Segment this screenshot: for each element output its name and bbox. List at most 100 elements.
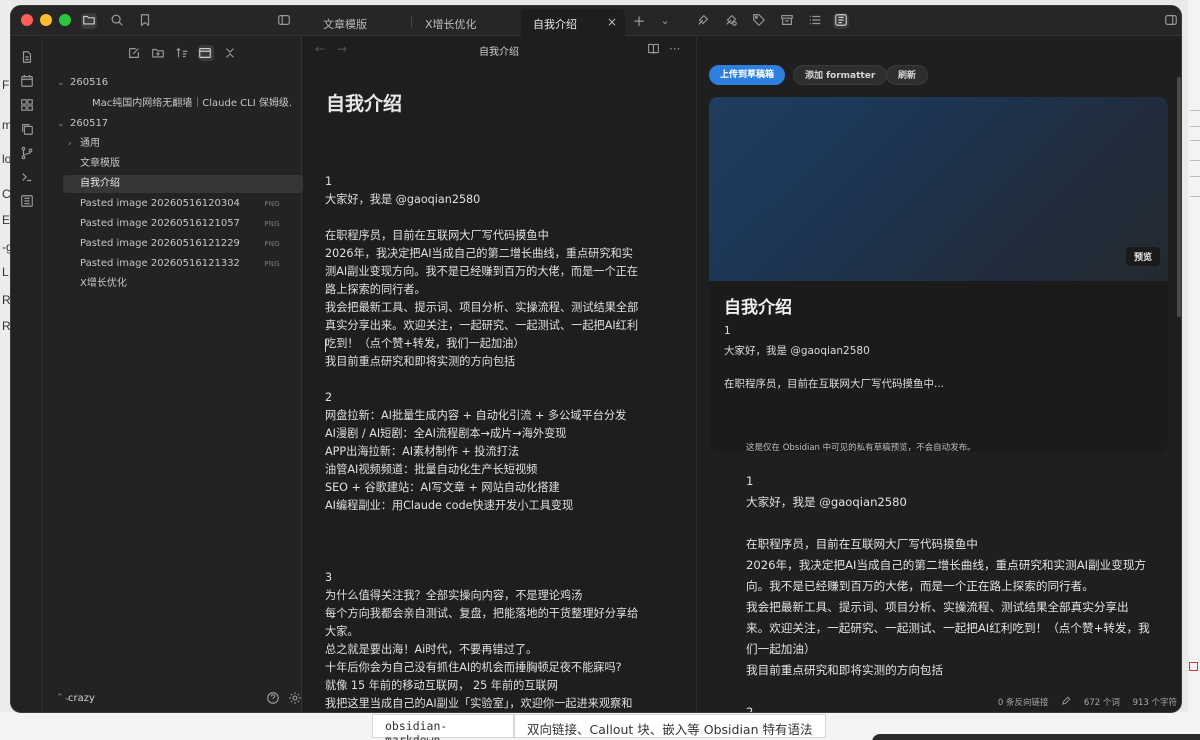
plugin-icon-2[interactable] [723,13,739,29]
editor-line: 2 [325,391,333,404]
preview-privacy-note: 这是仅在 Obsidian 中可见的私有草稿预览，不会自动发布。 [746,443,976,453]
file-type-badge: PNG [264,260,280,268]
edit-mode-pencil-icon[interactable] [1061,696,1071,706]
file-type-badge: PNG [264,200,280,208]
collapse-all-icon[interactable] [223,45,239,61]
tree-image-2[interactable]: Pasted image 20260516121057 PNG [80,215,290,233]
refresh-button[interactable]: 刷新 [886,65,929,85]
bookmark-icon[interactable] [137,13,153,29]
preview-cover-image [709,97,1168,281]
preview-line: 来。欢迎关注，一起研究、一起测试、一起把AI红利吃到！（点个赞+转发，我 [746,621,1150,635]
more-options-icon[interactable]: ··· [669,42,683,56]
editor-line: SEO + 谷歌建站：AI写文章 + 网站自动化搭建 [325,481,560,494]
editor-line: 网盘拉新：AI批量生成内容 + 自动化引流 + 多公域平台分发 [325,409,627,422]
grid-icon[interactable] [20,97,34,111]
search-icon[interactable] [109,13,125,29]
draft-preview-pane: 上传到草稿箱 添加 formatter 刷新 预览 自我介绍 1 大家好，我是 … [696,37,1181,713]
terminal-icon[interactable] [20,169,34,183]
editor-line: APP出海拉新：AI素材制作 + 投流打法 [325,445,520,458]
git-branch-icon[interactable] [20,145,34,160]
copy-icon[interactable] [20,121,34,135]
tab-x-growth[interactable]: X增长优化 [413,9,519,36]
file-icon[interactable] [20,49,34,63]
new-tab-icon[interactable]: + [631,13,647,29]
toggle-sidebar-icon[interactable] [276,13,292,29]
archive-icon[interactable] [779,13,795,29]
calendar-icon[interactable] [20,73,34,87]
editor-line: 3 [325,571,333,584]
tree-folder-260516[interactable]: 260516 [70,74,290,92]
editor-line: 我会把最新工具、提示词、项目分析、实操流程、测试结果全部 [325,301,639,314]
editor-line: 就像 15 年前的移动互联网， 25 年前的互联网 [325,679,558,692]
upload-draft-button[interactable]: 上传到草稿箱 [709,65,786,85]
tree-file-x-growth[interactable]: X增长优化 [80,275,290,293]
close-tab-icon[interactable]: × [607,15,617,29]
toggle-right-sidebar-icon[interactable] [1163,13,1179,29]
preview-line: 我会把最新工具、提示词、项目分析、实操流程、测试结果全部真实分享出 [746,600,1129,614]
editor-line: 我目前重点研究和即将实测的方向包括 [325,355,516,368]
editor-line: 真实分享出来。欢迎关注，一起研究、一起测试、一起把AI红利 [325,319,639,332]
editor-line: 吃到！（点个赞+转发，我们一起加油） [325,337,525,350]
folder-icon[interactable] [81,13,97,29]
preview-line: 2 [746,705,754,713]
tree-folder-general[interactable]: 通用 [80,135,290,153]
sort-icon[interactable] [175,45,191,61]
settings-gear-icon[interactable] [288,690,302,704]
obsidian-window: 文章模版 X增长优化 自我介绍 × + ⌄ ⌄ 260516 Mac纯国内网络无… [10,5,1182,713]
preview-card-line: 大家好，我是 @gaoqian2580 [724,345,870,357]
file-explorer-toolbar [44,43,302,63]
note-header-title[interactable]: 自我介绍 [303,43,695,58]
tree-file-mac-claude[interactable]: Mac纯国内网络无翻墙｜Claude CLI 保姆级... [92,95,292,113]
list-icon[interactable] [807,13,823,29]
preview-scrollbar[interactable] [1177,77,1181,317]
tab-list-chevron-icon[interactable]: ⌄ [657,13,673,29]
file-type-badge: PNG [264,240,280,248]
tree-image-4[interactable]: Pasted image 20260516121332 PNG [80,255,290,273]
tree-file-article-template[interactable]: 文章模版 [80,155,290,173]
tree-file-self-intro[interactable]: 自我介绍 [63,175,303,193]
editor-line: 每个方向我都会亲自测试、复盘，把能落地的干货整理好分享给 [325,607,639,620]
folder-expanded-chevron-icon: ⌄ [57,78,65,88]
preview-line: 2026年，我决定把AI当成自己的第二增长曲线，重点研究和实测AI副业变现方 [746,558,1147,572]
tab-article-template[interactable]: 文章模版 [311,9,411,36]
bg-close-icon [1189,662,1198,671]
character-count: 913 个字符 [1132,698,1177,708]
tag-icon[interactable] [751,13,767,29]
zoom-window-button[interactable] [59,14,71,26]
close-window-button[interactable] [21,14,33,26]
backlinks-count[interactable]: 0 条反向链接 [998,698,1049,708]
tree-image-1[interactable]: Pasted image 20260516120304 PNG [80,195,290,213]
editor-line: 路上探索的同行者。 [325,283,426,296]
preview-card-title: 自我介绍 [724,298,792,318]
markdown-editor[interactable]: ← → 自我介绍 ··· 自我介绍 1 大家好，我是 @gaoqian2580 在职… [303,37,695,712]
title-bar: 文章模版 X增长优化 自我介绍 × + ⌄ [11,6,1181,36]
bg-code-tag: obsidian-markdown [372,714,514,740]
template-icon[interactable] [20,193,34,207]
vault-name[interactable]: crazy [68,693,95,704]
add-formatter-button[interactable]: 添加 formatter [793,65,888,85]
editor-line: 2026年，我决定把AI当成自己的第二增长曲线，重点研究和实 [325,247,633,260]
editor-line: 1 [325,175,333,188]
editor-line: AI编程副业：用Claude code快速开发小工具变现 [325,499,574,512]
tree-image-3[interactable]: Pasted image 20260516121229 PNG [80,235,290,253]
editor-line: 总之就是要出海！Ai时代，不要再错过了。 [325,643,538,656]
minimize-window-button[interactable] [40,14,52,26]
plugin-icon-1[interactable] [695,13,711,29]
bg-fragment: L [2,265,9,279]
editor-line: 为什么值得关注我？全部实操向内容，不是理论鸡汤 [325,589,583,602]
help-icon[interactable] [266,690,280,704]
editor-line: 我把这里当成自己的AI副业「实验室」，欢迎你一起进来观察和 [325,697,633,710]
folder-expanded-chevron-icon: ⌄ [57,119,65,129]
tree-folder-260517[interactable]: 260517 [70,115,290,133]
reading-view-book-icon[interactable] [647,42,661,56]
background-app-right [1188,0,1200,740]
left-ribbon [11,37,43,712]
new-folder-icon[interactable] [151,45,167,61]
editor-line: 测AI副业变现方向。我不是已经赚到百万的大佬，而是一个正在 [325,265,639,278]
auto-reveal-icon[interactable] [198,45,214,61]
preview-panel-icon[interactable] [833,13,849,29]
tab-self-intro[interactable]: 自我介绍 × [521,9,625,36]
new-note-icon[interactable] [127,45,143,61]
preview-line: 们一起加油） [746,642,816,656]
bg-code-description: 双向链接、Callout 块、嵌入等 Obsidian 特有语法 [514,714,826,738]
